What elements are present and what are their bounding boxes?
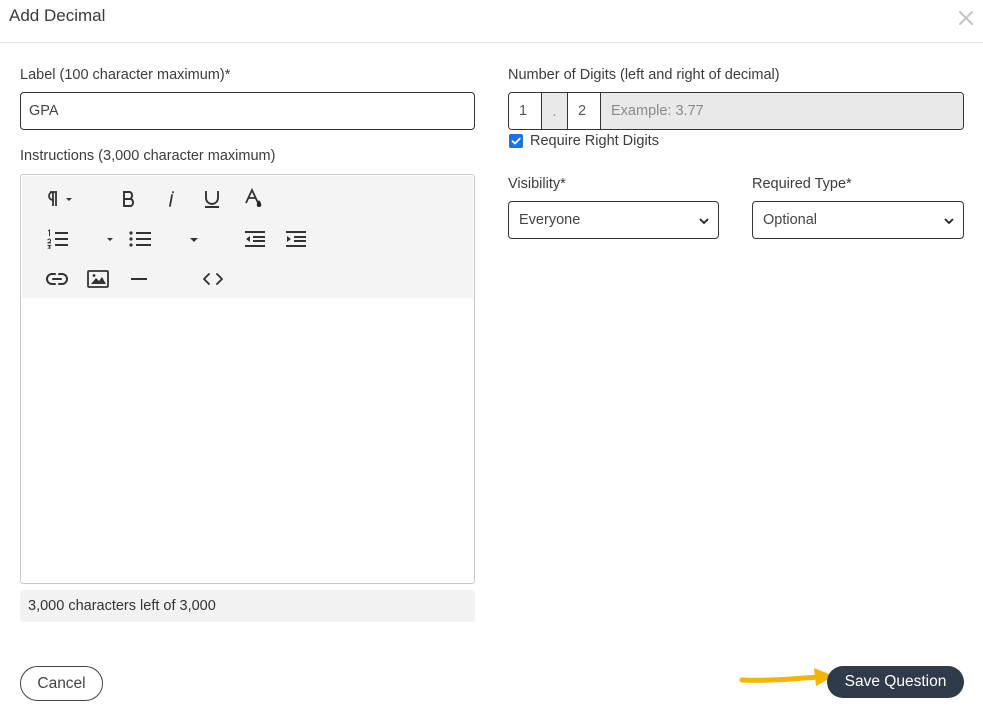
horizontal-rule-button[interactable] [127, 266, 151, 292]
bold-button[interactable] [117, 186, 141, 212]
italic-button[interactable] [159, 186, 183, 212]
close-icon[interactable] [956, 8, 976, 28]
outdent-icon [245, 231, 265, 247]
italic-icon [169, 191, 174, 207]
insert-image-button[interactable] [84, 266, 112, 292]
cancel-button[interactable]: Cancel [20, 666, 103, 701]
checkmark-icon [511, 137, 521, 145]
character-counter: 3,000 characters left of 3,000 [20, 590, 475, 622]
required-type-label: Required Type* [752, 176, 852, 192]
editor-toolbar [22, 176, 473, 298]
instructions-label: Instructions (3,000 character maximum) [20, 148, 276, 164]
outdent-button[interactable] [242, 226, 268, 252]
arrow-annotation-icon [739, 668, 834, 686]
unordered-list-icon [107, 231, 151, 247]
link-icon [46, 273, 68, 285]
bold-icon [123, 191, 134, 207]
instructions-editor [20, 174, 475, 584]
chevron-down-icon [944, 218, 954, 225]
save-question-button[interactable]: Save Question [827, 666, 964, 698]
horizontal-rule-icon [131, 278, 147, 280]
font-color-button[interactable] [242, 186, 266, 212]
digits-input-group: . [508, 92, 964, 130]
visibility-select[interactable]: Everyone [508, 201, 719, 239]
indent-button[interactable] [283, 226, 309, 252]
chevron-down-icon [699, 218, 709, 225]
chevron-down-icon [190, 238, 198, 242]
required-type-select[interactable]: Optional [752, 201, 964, 239]
insert-link-button[interactable] [43, 266, 71, 292]
dialog-title: Add Decimal [9, 6, 106, 25]
underline-button[interactable] [200, 186, 224, 212]
digits-label: Number of Digits (left and right of deci… [508, 67, 780, 83]
instructions-textarea[interactable] [22, 298, 473, 582]
paragraph-icon [48, 191, 72, 206]
label-input[interactable] [20, 92, 475, 130]
indent-icon [286, 231, 306, 247]
underline-icon [205, 191, 219, 208]
code-view-button[interactable] [200, 266, 226, 292]
ordered-list-icon [47, 229, 68, 249]
ordered-list-button[interactable] [44, 226, 72, 252]
image-icon [87, 270, 109, 288]
code-view-icon [203, 273, 223, 285]
require-right-digits-checkbox[interactable] [509, 134, 523, 148]
visibility-label: Visibility* [508, 176, 566, 192]
list-options-dropdown[interactable] [186, 226, 202, 252]
require-right-digits-label: Require Right Digits [530, 133, 659, 149]
visibility-selected-value: Everyone [519, 212, 581, 228]
left-digits-input[interactable] [509, 93, 542, 129]
right-digits-input[interactable] [568, 93, 601, 129]
decimal-separator: . [542, 93, 568, 129]
example-input [601, 93, 963, 129]
header-divider [0, 42, 983, 43]
required-type-selected-value: Optional [763, 212, 818, 228]
label-field-label: Label (100 character maximum)* [20, 67, 231, 83]
paragraph-style-button[interactable] [42, 186, 78, 212]
unordered-list-button[interactable] [104, 226, 152, 252]
font-color-icon [245, 187, 262, 207]
